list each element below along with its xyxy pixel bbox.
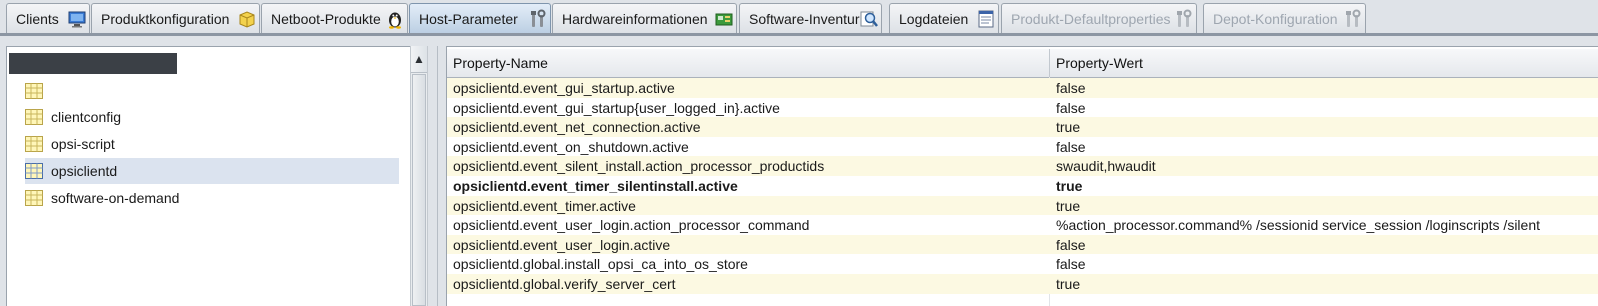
property-value[interactable]: false [1056, 254, 1596, 274]
table-header: Property-Name Property-Wert [447, 49, 1598, 78]
property-name: opsiclientd.event_net_connection.active [453, 119, 701, 136]
tab-host-parameter[interactable]: Host-Parameter [409, 3, 551, 33]
tab-label: Software-Inventur [749, 10, 860, 27]
tab-netboot-produkte[interactable]: Netboot-Produkte [261, 3, 408, 33]
tab-label: Produkt-Defaultproperties [1011, 10, 1171, 27]
table-icon [25, 83, 43, 99]
table-icon [25, 190, 43, 206]
property-name: opsiclientd.event_timer.active [453, 197, 636, 214]
table-row[interactable]: opsiclientd.event_timer.active true [447, 195, 1598, 216]
tab-produktkonfiguration[interactable]: Produktkonfiguration [91, 3, 260, 33]
tab-label: Hardwareinformationen [562, 10, 708, 27]
tree-item-label: opsi-script [51, 136, 115, 152]
table-icon [25, 163, 43, 179]
property-name: opsiclientd.event_timer_silentinstall.ac… [453, 178, 738, 194]
table-row[interactable]: opsiclientd.event_user_login.active fals… [447, 234, 1598, 255]
tab-produkt-defaultproperties: Produkt-Defaultproperties [1001, 3, 1197, 33]
table-row[interactable]: opsiclientd.event_gui_startup.active fal… [447, 78, 1598, 98]
tab-clients[interactable]: Clients [6, 3, 90, 33]
tab-bar: Clients Produktkonfiguration Netboot-Pro… [0, 0, 1598, 36]
property-name: opsiclientd.global.install_opsi_ca_into_… [453, 256, 748, 273]
tab-label: Produktkonfiguration [101, 10, 230, 27]
tree-item-software-on-demand[interactable]: software-on-demand [25, 185, 399, 211]
scroll-up-arrow-icon[interactable]: ▲ [411, 46, 427, 73]
property-value[interactable]: false [1056, 98, 1596, 118]
table-row[interactable]: opsiclientd.event_timer_silentinstall.ac… [447, 176, 1598, 196]
tab-bar-underline [0, 33, 1598, 36]
tree-item-label: clientconfig [51, 109, 122, 125]
tree-item-opsi-script[interactable]: opsi-script [25, 131, 399, 157]
tab-hardwareinformationen[interactable]: Hardwareinformationen [552, 3, 737, 33]
property-value[interactable]: true [1056, 274, 1596, 294]
table-row[interactable]: opsiclientd.event_user_login.action_proc… [447, 215, 1598, 235]
monitor-icon [68, 11, 86, 28]
document-icon [978, 10, 994, 28]
tools-icon [531, 9, 546, 27]
property-value[interactable]: true [1056, 176, 1596, 196]
table-icon [25, 109, 43, 125]
tab-label: Logdateien [899, 10, 969, 27]
tab-label: Host-Parameter [419, 10, 518, 27]
tools-icon [1346, 9, 1361, 27]
column-header-property-value[interactable]: Property-Wert [1050, 49, 1598, 77]
column-header-property-name[interactable]: Property-Name [447, 49, 1050, 77]
table-row[interactable]: opsiclientd.global.install_opsi_ca_into_… [447, 254, 1598, 274]
tree-item-label: software-on-demand [51, 190, 180, 206]
split-pane-divider-line [437, 46, 438, 306]
tools-icon [1177, 9, 1192, 27]
table-row[interactable]: opsiclientd.event_silent_install.action_… [447, 156, 1598, 176]
property-name: opsiclientd.event_silent_install.action_… [453, 158, 825, 175]
table-row[interactable]: opsiclientd.global.verify_server_cert tr… [447, 274, 1598, 294]
property-value[interactable]: true [1056, 117, 1596, 137]
tree-item-clientconfig[interactable]: clientconfig [25, 104, 399, 130]
tree-item-label: opsiclientd [51, 163, 118, 179]
property-name: opsiclientd.event_on_shutdown.active [453, 138, 689, 155]
scroll-thumb[interactable] [412, 74, 426, 306]
property-name: opsiclientd.event_user_login.active [453, 236, 671, 253]
property-table: Property-Name Property-Wert opsiclientd.… [446, 46, 1598, 306]
property-value[interactable]: false [1056, 78, 1596, 98]
tab-label: Clients [16, 10, 59, 27]
tab-software-inventur[interactable]: Software-Inventur [739, 3, 882, 33]
tree-scrollbar[interactable]: ▲ [410, 46, 428, 306]
property-name: opsiclientd.event_gui_startup{user_logge… [453, 99, 780, 116]
table-row[interactable]: opsiclientd.event_on_shutdown.active fal… [447, 136, 1598, 157]
property-value[interactable]: false [1056, 235, 1596, 255]
table-icon [25, 136, 43, 152]
hardware-icon [715, 13, 733, 26]
property-name: opsiclientd.global.verify_server_cert [453, 276, 676, 292]
tab-label: Netboot-Produkte [271, 10, 381, 27]
magnifier-icon [860, 11, 878, 27]
split-pane-divider[interactable] [430, 40, 440, 306]
table-row[interactable]: opsiclientd.event_net_connection.active … [447, 117, 1598, 137]
tree-item[interactable] [25, 78, 399, 104]
tab-depot-konfiguration: Depot-Konfiguration [1203, 3, 1366, 33]
package-icon [239, 11, 255, 28]
config-tree: clientconfig opsi-script opsiclientd sof… [6, 46, 410, 306]
tree-item-opsiclientd[interactable]: opsiclientd [25, 158, 399, 184]
penguin-icon [389, 12, 401, 29]
tree-root-node[interactable] [9, 53, 177, 74]
property-value[interactable]: swaudit,hwaudit [1056, 156, 1596, 176]
property-value[interactable]: true [1056, 196, 1596, 216]
property-value[interactable]: %action_processor.command% /sessionid se… [1056, 215, 1596, 235]
table-row[interactable]: opsiclientd.event_gui_startup{user_logge… [447, 97, 1598, 118]
property-name: opsiclientd.event_gui_startup.active [453, 80, 675, 96]
tab-label: Depot-Konfiguration [1213, 10, 1338, 27]
property-name: opsiclientd.event_user_login.action_proc… [453, 217, 810, 234]
tab-logdateien[interactable]: Logdateien [889, 3, 999, 33]
property-value[interactable]: false [1056, 137, 1596, 157]
